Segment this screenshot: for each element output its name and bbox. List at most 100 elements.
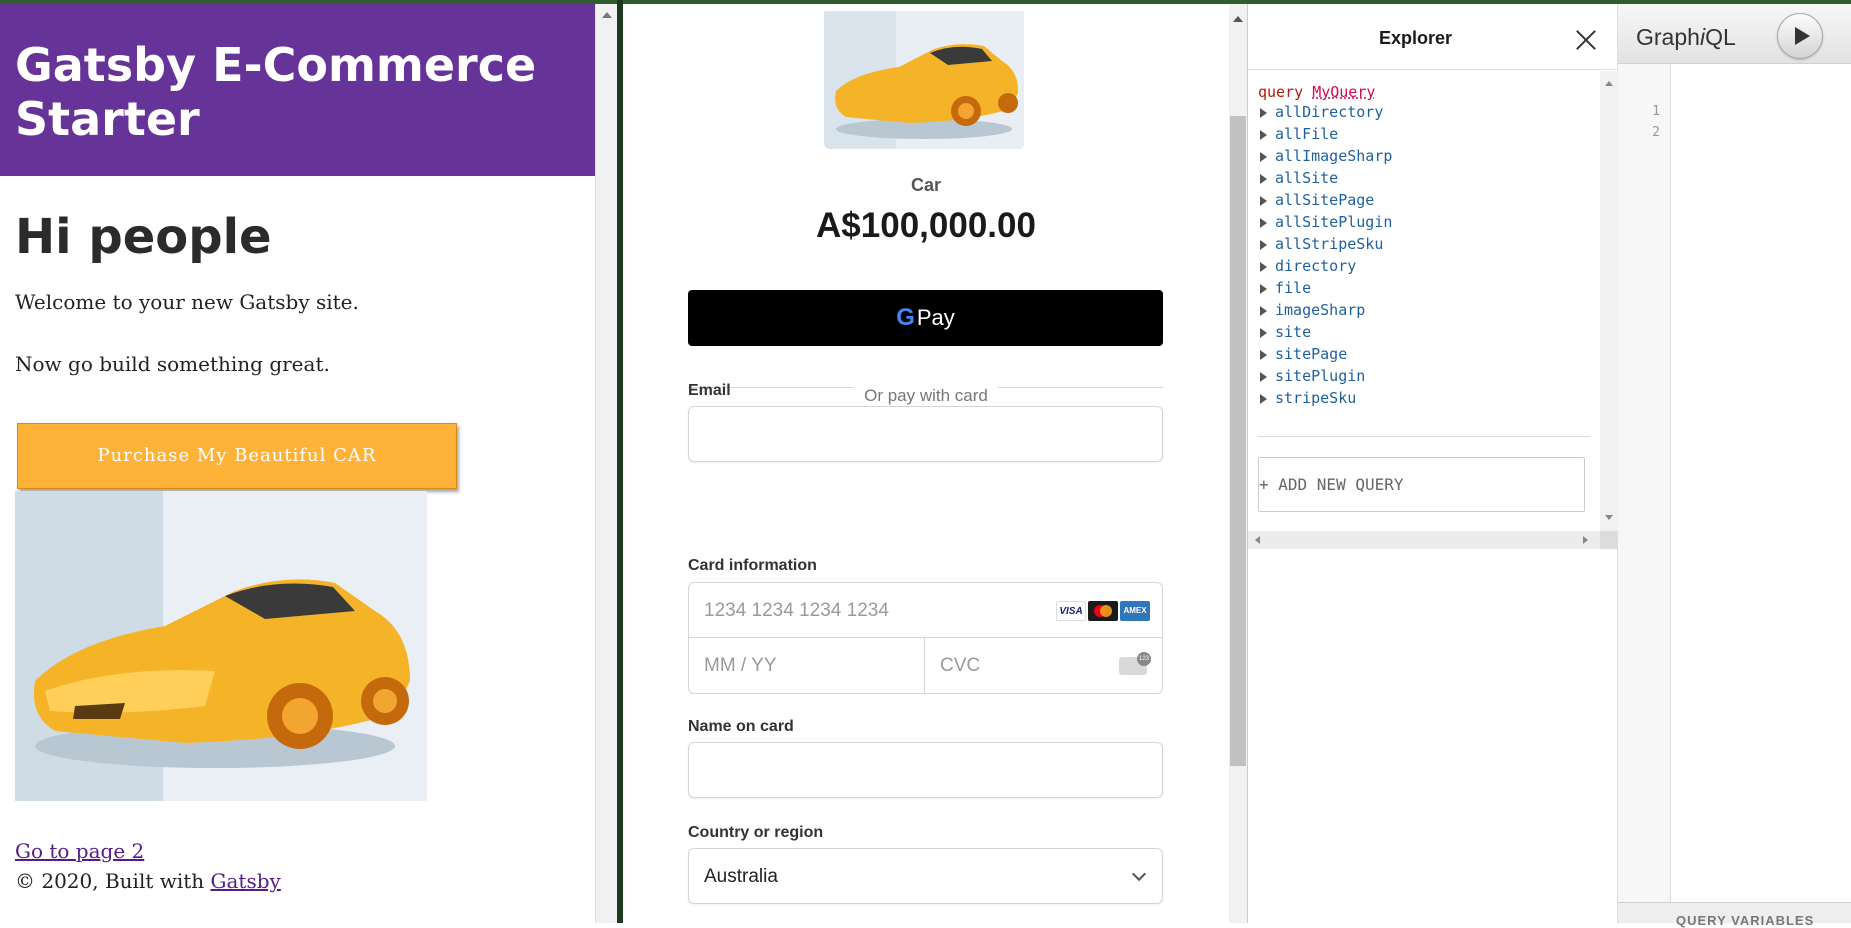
cvc-card-icon bbox=[1119, 652, 1151, 675]
explorer-divider bbox=[1258, 436, 1590, 437]
expand-triangle-icon[interactable] bbox=[1260, 129, 1267, 140]
explorer-field-item[interactable]: sitePlugin bbox=[1258, 365, 1598, 387]
scroll-right-arrow-icon[interactable] bbox=[1583, 536, 1588, 544]
expand-triangle-icon[interactable] bbox=[1260, 151, 1267, 162]
scroll-up-arrow-icon[interactable] bbox=[1605, 81, 1613, 86]
product-thumbnail bbox=[824, 11, 1024, 149]
checkout-pane: Car A$100,000.00 GPay Or pay with card E… bbox=[623, 4, 1229, 923]
explorer-field-item[interactable]: stripeSku bbox=[1258, 387, 1598, 409]
expand-triangle-icon[interactable] bbox=[1260, 173, 1267, 184]
explorer-field-label: stripeSku bbox=[1275, 389, 1357, 407]
card-info-label: Card information bbox=[688, 557, 817, 574]
expand-triangle-icon[interactable] bbox=[1260, 261, 1267, 272]
explorer-field-item[interactable]: directory bbox=[1258, 255, 1598, 277]
explorer-field-label: allSitePlugin bbox=[1275, 213, 1393, 231]
explorer-field-item[interactable]: allDirectory bbox=[1258, 101, 1598, 123]
explorer-vertical-scrollbar[interactable] bbox=[1600, 71, 1618, 531]
expand-triangle-icon[interactable] bbox=[1260, 371, 1267, 382]
email-field[interactable] bbox=[688, 406, 1163, 462]
card-number-field[interactable]: 1234 1234 1234 1234 VISA AMEX bbox=[689, 583, 1162, 638]
or-pay-with-card-text: Or pay with card bbox=[854, 386, 998, 405]
explorer-field-item[interactable]: allSitePlugin bbox=[1258, 211, 1598, 233]
explorer-field-label: directory bbox=[1275, 257, 1357, 275]
close-icon[interactable] bbox=[1575, 29, 1597, 51]
cvc-placeholder: CVC bbox=[940, 655, 981, 676]
scroll-down-arrow-icon[interactable] bbox=[1605, 515, 1613, 520]
expand-triangle-icon[interactable] bbox=[1260, 305, 1267, 316]
explorer-field-label: allDirectory bbox=[1275, 103, 1384, 121]
chevron-down-icon bbox=[1131, 866, 1147, 882]
welcome-text: Welcome to your new Gatsby site. bbox=[15, 290, 359, 314]
site-scrollbar[interactable] bbox=[595, 4, 617, 923]
line-number-gutter: 1 2 bbox=[1618, 64, 1671, 904]
add-new-query-button[interactable]: + ADD NEW QUERY bbox=[1258, 457, 1585, 512]
checkout-scrollbar[interactable] bbox=[1229, 4, 1247, 923]
explorer-field-item[interactable]: imageSharp bbox=[1258, 299, 1598, 321]
expiry-placeholder: MM / YY bbox=[704, 655, 777, 676]
explorer-field-item[interactable]: allImageSharp bbox=[1258, 145, 1598, 167]
graphiql-editor-pane: GraphiQL 1 2 QUERY VARIABLES bbox=[1618, 4, 1851, 928]
product-price: A$100,000.00 bbox=[816, 206, 1036, 245]
explorer-field-item[interactable]: file bbox=[1258, 277, 1598, 299]
expiry-field[interactable]: MM / YY bbox=[689, 638, 925, 693]
name-on-card-field[interactable] bbox=[688, 742, 1163, 798]
scroll-up-arrow-icon[interactable] bbox=[1233, 16, 1243, 22]
page2-link[interactable]: Go to page 2 bbox=[15, 839, 144, 863]
purchase-button[interactable]: Purchase My Beautiful CAR bbox=[17, 423, 457, 489]
country-select[interactable]: Australia bbox=[688, 848, 1163, 904]
graphiql-toolbar: GraphiQL bbox=[1618, 4, 1851, 64]
expand-triangle-icon[interactable] bbox=[1260, 217, 1267, 228]
site-header: Gatsby E-Commerce Starter bbox=[0, 4, 595, 176]
explorer-field-item[interactable]: allSitePage bbox=[1258, 189, 1598, 211]
explorer-field-label: allFile bbox=[1275, 125, 1339, 143]
country-label: Country or region bbox=[688, 824, 824, 841]
product-name: Car bbox=[910, 175, 941, 195]
explorer-horizontal-scrollbar[interactable] bbox=[1248, 531, 1618, 549]
query-keyword: query bbox=[1258, 83, 1304, 101]
name-on-card-label: Name on card bbox=[688, 718, 794, 735]
visa-icon: VISA bbox=[1056, 601, 1086, 621]
google-pay-button[interactable]: GPay bbox=[688, 290, 1163, 346]
expand-triangle-icon[interactable] bbox=[1260, 107, 1267, 118]
graphiql-title-prefix: Graph bbox=[1636, 24, 1700, 50]
scroll-up-arrow-icon[interactable] bbox=[602, 12, 612, 18]
expand-triangle-icon[interactable] bbox=[1260, 327, 1267, 338]
graphiql-title-suffix: QL bbox=[1705, 24, 1736, 50]
card-brand-logos: VISA AMEX bbox=[1054, 601, 1150, 621]
query-line: query MyQuery bbox=[1258, 83, 1598, 101]
scrollbar-thumb[interactable] bbox=[1230, 116, 1246, 766]
explorer-field-item[interactable]: sitePage bbox=[1258, 343, 1598, 365]
explorer-field-item[interactable]: allFile bbox=[1258, 123, 1598, 145]
site-footer: Go to page 2 © 2020, Built with Gatsby bbox=[0, 836, 595, 896]
amex-icon: AMEX bbox=[1120, 601, 1150, 621]
expand-triangle-icon[interactable] bbox=[1260, 393, 1267, 404]
query-name[interactable]: MyQuery bbox=[1312, 83, 1375, 101]
explorer-field-item[interactable]: allSite bbox=[1258, 167, 1598, 189]
site-main: Hi people Welcome to your new Gatsby sit… bbox=[0, 208, 595, 801]
expand-triangle-icon[interactable] bbox=[1260, 195, 1267, 206]
expand-triangle-icon[interactable] bbox=[1260, 283, 1267, 294]
scroll-left-arrow-icon[interactable] bbox=[1255, 536, 1260, 544]
explorer-field-item[interactable]: allStripeSku bbox=[1258, 233, 1598, 255]
explorer-field-label: allSitePage bbox=[1275, 191, 1375, 209]
explorer-field-label: sitePage bbox=[1275, 345, 1348, 363]
explorer-field-label: allStripeSku bbox=[1275, 235, 1384, 253]
scrollbar-corner bbox=[1600, 531, 1618, 549]
graphiql-title: GraphiQL bbox=[1636, 24, 1736, 51]
graphiql-explorer: Explorer query MyQuery allDirectory allFi… bbox=[1248, 4, 1618, 923]
google-g-icon: G bbox=[896, 304, 915, 331]
page-heading: Hi people bbox=[15, 209, 272, 265]
expand-triangle-icon[interactable] bbox=[1260, 349, 1267, 360]
explorer-field-label: imageSharp bbox=[1275, 301, 1366, 319]
explorer-field-item[interactable]: site bbox=[1258, 321, 1598, 343]
cvc-field[interactable]: CVC bbox=[925, 638, 1162, 693]
card-info-group: 1234 1234 1234 1234 VISA AMEX MM / YY CVC bbox=[688, 582, 1163, 694]
query-variables-bar[interactable]: QUERY VARIABLES bbox=[1618, 902, 1851, 928]
explorer-field-label: file bbox=[1275, 279, 1312, 297]
gpay-label: Pay bbox=[916, 305, 955, 330]
expand-triangle-icon[interactable] bbox=[1260, 239, 1267, 250]
site-title[interactable]: Gatsby E-Commerce Starter bbox=[15, 38, 595, 146]
explorer-field-label: allSite bbox=[1275, 169, 1339, 187]
run-query-button[interactable] bbox=[1777, 13, 1823, 59]
gatsby-link[interactable]: Gatsby bbox=[211, 869, 281, 893]
